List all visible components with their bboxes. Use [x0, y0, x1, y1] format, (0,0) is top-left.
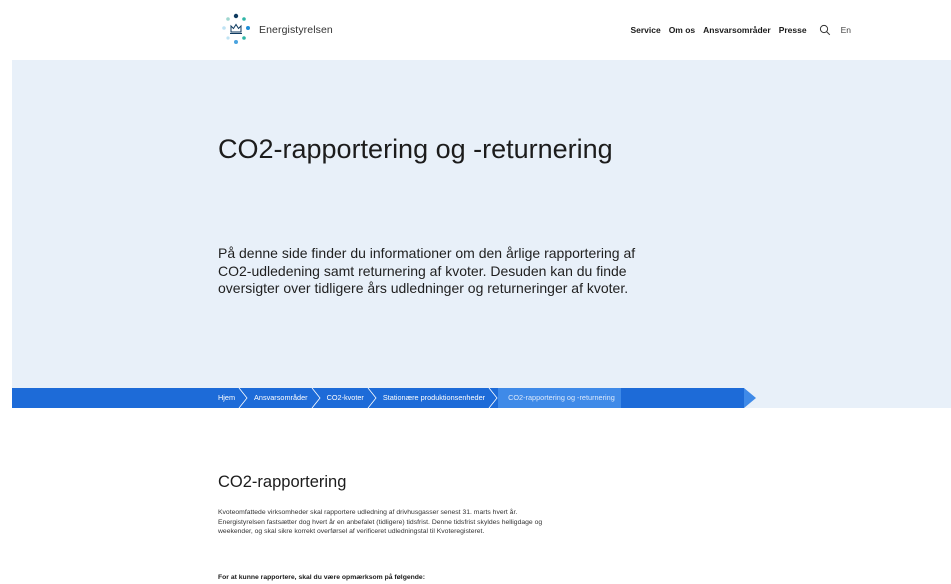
- page-lead: På denne side finder du informationer om…: [218, 245, 636, 296]
- page-title: CO2-rapportering og -returnering: [218, 134, 613, 164]
- section-body: Kvoteomfattede virksomheder skal rapport…: [218, 509, 543, 535]
- breadcrumb-item-label: Hjem: [218, 393, 236, 402]
- chevron-right-icon: [488, 388, 498, 408]
- breadcrumb-tip: [744, 388, 756, 408]
- nav-item-service[interactable]: Service: [630, 25, 660, 35]
- section-title: CO2-rapportering: [218, 473, 347, 491]
- chevron-right-icon: [238, 388, 248, 408]
- language-switch[interactable]: En: [841, 25, 851, 35]
- nav-item-presse[interactable]: Presse: [779, 25, 807, 35]
- site-logo[interactable]: Energistyrelsen: [217, 10, 367, 50]
- hero-banner: CO2-rapportering og -returnering På denn…: [12, 60, 951, 388]
- energistyrelsen-logo-icon: [222, 13, 250, 44]
- logo-text: Energistyrelsen: [259, 24, 333, 36]
- section-intro-strong: For at kunne rapportere, skal du være op…: [218, 574, 425, 581]
- search-icon[interactable]: [819, 24, 831, 36]
- breadcrumb-item-stationaere[interactable]: Stationære produktionsenheder: [377, 388, 498, 408]
- breadcrumb-item-ansvarsomraader[interactable]: Ansvarsområder: [248, 388, 321, 408]
- breadcrumb-item-co2-kvoter[interactable]: CO2-kvoter: [321, 388, 377, 408]
- chevron-right-icon: [367, 388, 377, 408]
- nav-item-ansvarsomraader[interactable]: Ansvarsområder: [703, 25, 771, 35]
- breadcrumb-item-label: Ansvarsområder: [254, 393, 308, 402]
- breadcrumb-item-label: CO2-kvoter: [326, 393, 364, 402]
- main-nav: Service Om os Ansvarsområder Presse En: [630, 24, 851, 36]
- nav-item-om-os[interactable]: Om os: [669, 25, 695, 35]
- breadcrumb-item-label: Stationære produktionsenheder: [382, 393, 486, 402]
- breadcrumb: Hjem Ansvarsområder CO2-kvoter Stationær…: [12, 388, 951, 408]
- breadcrumb-item-current: CO2-rapportering og -returnering: [498, 388, 621, 408]
- breadcrumb-items: Hjem Ansvarsområder CO2-kvoter Stationær…: [218, 388, 621, 408]
- site-header: Energistyrelsen Service Om os Ansvarsomr…: [0, 0, 951, 60]
- breadcrumb-item-hjem[interactable]: Hjem: [218, 388, 248, 408]
- chevron-right-icon: [311, 388, 321, 408]
